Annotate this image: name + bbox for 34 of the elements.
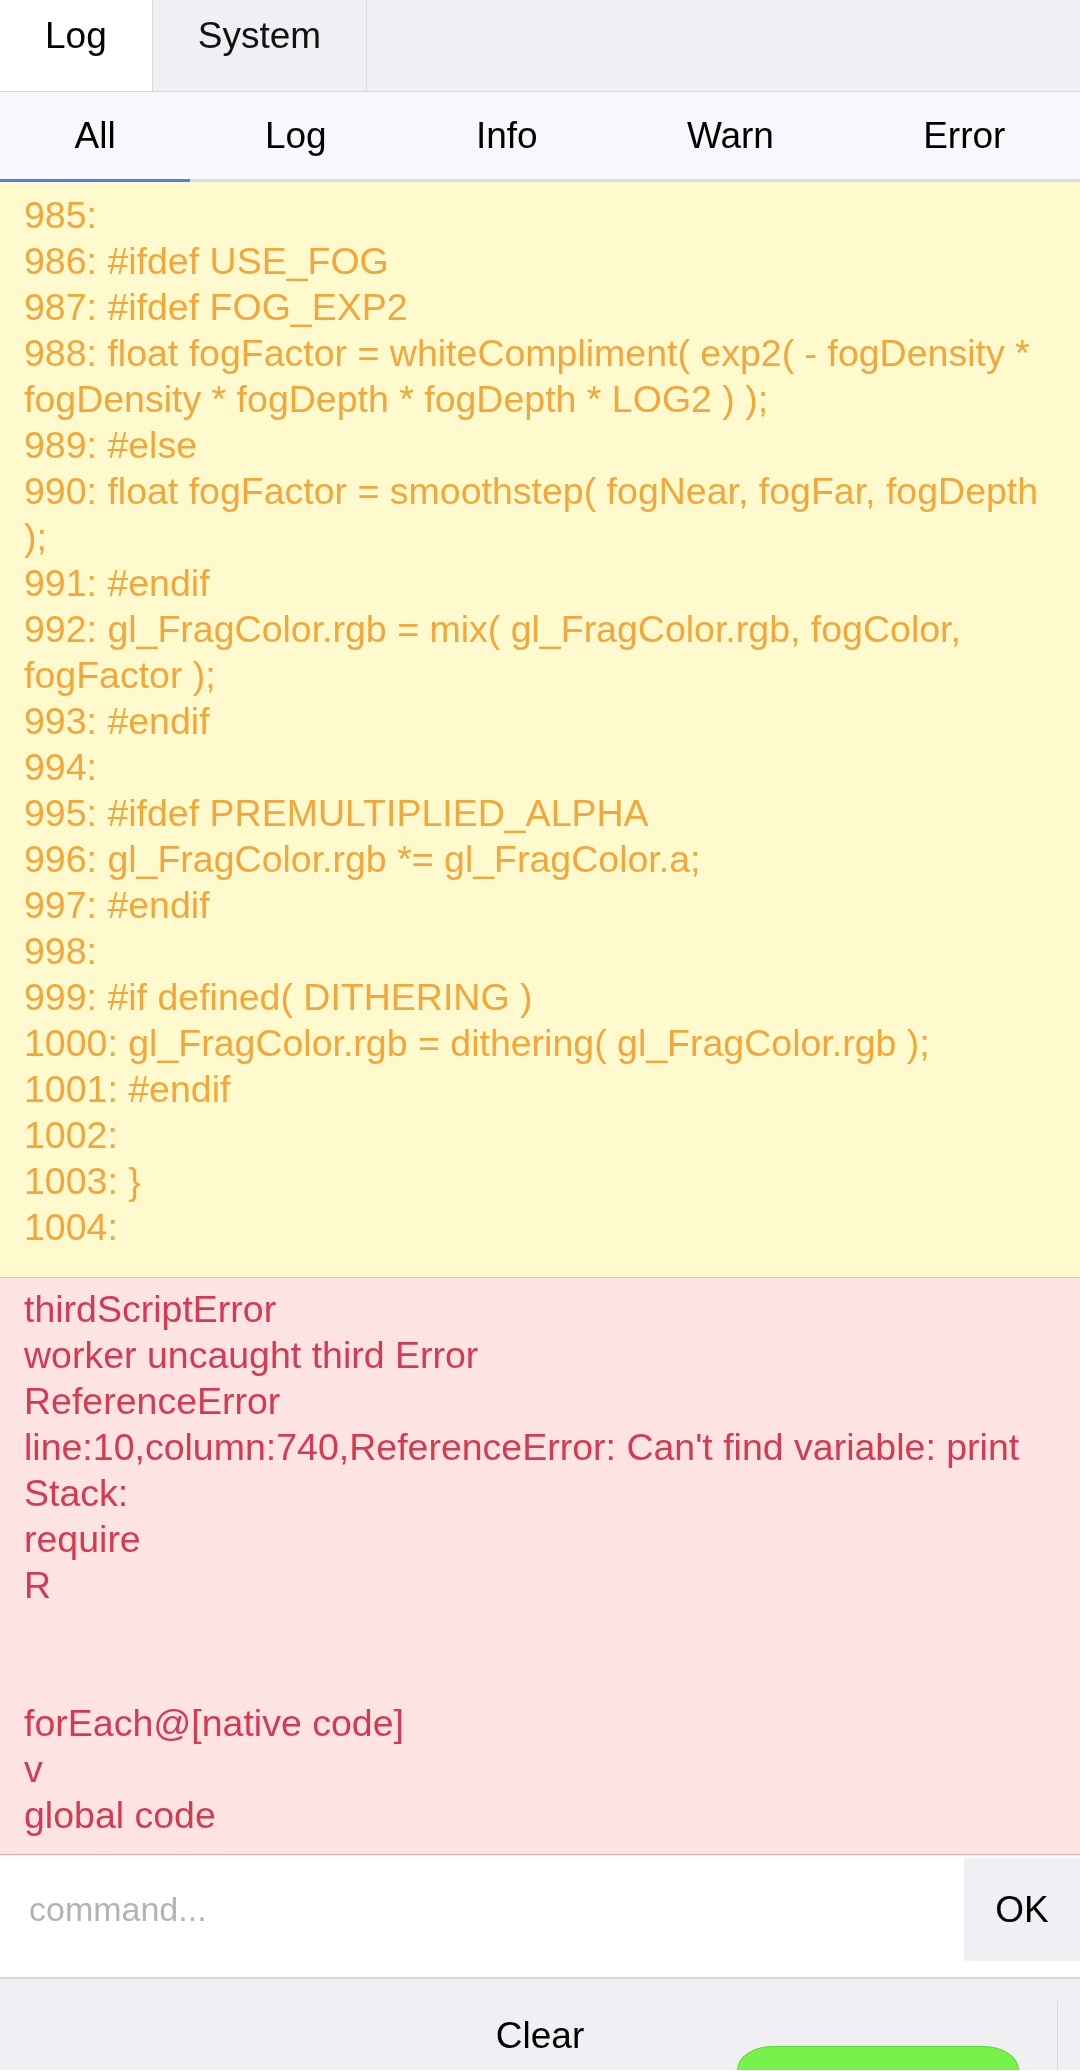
log-line: line:10,column:740,ReferenceError: Can't find variable: print <box>24 1425 1021 1470</box>
log-line: 986: #ifdef USE_FOG <box>24 239 390 284</box>
log-line: 1002: <box>24 1113 119 1158</box>
log-line: 1000: gl_FragColor.rgb = dithering( gl_FragColor.rgb ); <box>24 1021 931 1066</box>
log-line: 1003: } <box>24 1159 142 1204</box>
log-line: 991: #endif <box>24 561 211 606</box>
log-line: v <box>24 1747 44 1792</box>
log-line: require <box>24 1517 142 1562</box>
clear-button[interactable]: Clear <box>0 1979 1080 2070</box>
log-line: worker uncaught third Error <box>24 1333 480 1378</box>
log-line: 1001: #endif <box>24 1067 232 1112</box>
log-line: 999: #if defined( DITHERING ) <box>24 975 534 1020</box>
log-line: 988: float fogFactor = whiteCompliment( exp2( - fogDensity * fogDensity * fogDepth * fogDepth * LOG2 ) ); <box>24 331 1031 422</box>
log-line: global code <box>24 1793 217 1838</box>
log-line: 990: float fogFactor = smoothstep( fogNear, fogFar, fogDepth ); <box>24 469 1040 560</box>
log-line: thirdScriptError <box>24 1287 278 1332</box>
log-line: 996: gl_FragColor.rgb *= gl_FragColor.a; <box>24 837 702 882</box>
log-line: 997: #endif <box>24 883 211 928</box>
panel-tab[interactable]: System <box>152 0 368 91</box>
ok-button[interactable]: OK <box>964 1858 1080 1961</box>
log-line: 993: #endif <box>24 699 211 744</box>
log-line: 994: <box>24 745 98 790</box>
log-line: R <box>24 1563 53 1608</box>
log-line: forEach@[native code] <box>24 1701 405 1746</box>
log-line: 987: #ifdef FOG_EXP2 <box>24 285 409 330</box>
log-line: 995: #ifdef PREMULTIPLIED_ALPHA <box>24 791 650 836</box>
log-line: Stack: <box>24 1471 130 1516</box>
log-line: 998: <box>24 929 98 974</box>
log-line: 992: gl_FragColor.rgb = mix( gl_FragColor.rgb, fogColor, fogFactor ); <box>24 607 962 698</box>
log-line: 985: <box>24 193 98 238</box>
panel-tab[interactable]: Log <box>0 0 153 91</box>
log-line: ReferenceError <box>24 1379 282 1424</box>
log-line: 989: #else <box>24 423 199 468</box>
log-line: 1004: <box>24 1205 119 1250</box>
